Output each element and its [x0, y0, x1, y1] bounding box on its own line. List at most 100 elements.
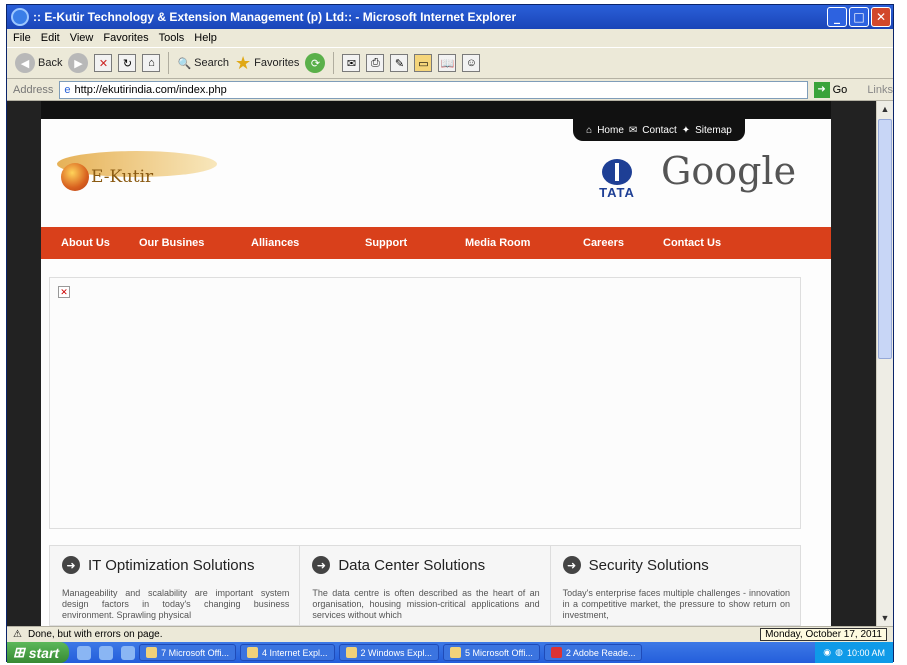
nav-media-room[interactable]: Media Room [445, 237, 563, 249]
search-label: Search [194, 57, 230, 69]
solutions-panel: ➜ IT Optimization Solutions Manageabilit… [49, 545, 801, 626]
nav-careers[interactable]: Careers [563, 237, 643, 249]
star-icon: ★ [235, 53, 252, 73]
go-arrow-icon: ➜ [813, 81, 830, 98]
stop-button[interactable]: ✕ [94, 54, 113, 72]
arrow-right-icon: ➜ [562, 556, 581, 574]
refresh-button[interactable]: ↻ [118, 54, 137, 72]
system-tray: ◉ ◍ 10:00 AM [815, 642, 893, 663]
scroll-up-icon[interactable]: ▲ [878, 101, 892, 117]
menu-edit[interactable]: Edit [41, 32, 60, 44]
research-button[interactable]: 📖 [438, 54, 457, 72]
office-icon [146, 647, 158, 658]
nav-contact-us[interactable]: Contact Us [643, 237, 721, 249]
home-icon: ⌂ [586, 124, 593, 136]
menu-view[interactable]: View [70, 32, 94, 44]
nav-about-us[interactable]: About Us [41, 237, 119, 249]
ie-window: :: E-Kutir Technology & Extension Manage… [6, 4, 894, 663]
go-label: Go [832, 83, 848, 96]
nav-alliances[interactable]: Alliances [231, 237, 345, 249]
menu-bar: File Edit View Favorites Tools Help [7, 29, 893, 47]
solution-text: The data centre is often described as th… [312, 588, 540, 620]
ekutir-logo[interactable]: E-Kutir [57, 145, 227, 205]
internet-explorer-icon [11, 8, 29, 26]
arrow-right-icon: ➜ [62, 556, 80, 574]
status-bar: ⚠ Done, but with errors on page. Monday,… [7, 626, 893, 642]
address-label: Address [13, 83, 54, 96]
solution-text: Manageability and scalability are import… [62, 588, 290, 620]
banner-area: ✕ [49, 277, 801, 529]
task-label: 4 Internet Expl... [261, 647, 328, 658]
task-label: 2 Windows Expl... [360, 647, 433, 658]
taskbar-group-office2[interactable]: 5 Microsoft Offi... [443, 644, 540, 661]
taskbar-group-adobe[interactable]: 2 Adobe Reade... [543, 644, 643, 661]
nav-our-business[interactable]: Our Busines [119, 237, 231, 249]
start-label: start [28, 644, 60, 661]
tray-icon[interactable]: ◍ [835, 647, 843, 658]
taskbar-group-ie[interactable]: 4 Internet Expl... [239, 644, 335, 661]
quicklaunch-icon[interactable] [121, 645, 136, 660]
top-links: ⌂ Home ✉ Contact ✦ Sitemap [573, 119, 745, 141]
address-bar: Address e http://ekutirindia.com/index.p… [7, 79, 893, 101]
page-top-bar [41, 101, 831, 119]
top-link-contact[interactable]: Contact [642, 125, 676, 136]
taskbar: ⊞ start 7 Microsoft Offi... 4 Internet E… [7, 642, 893, 663]
window-title: :: E-Kutir Technology & Extension Manage… [33, 10, 517, 24]
scroll-down-icon[interactable]: ▼ [878, 610, 892, 626]
messenger-button[interactable]: ☺ [462, 54, 481, 72]
address-input[interactable]: e http://ekutirindia.com/index.php [59, 80, 808, 99]
folder-button[interactable]: ▭ [414, 54, 433, 72]
address-url: http://ekutirindia.com/index.php [74, 83, 227, 96]
forward-button[interactable]: ▶ [68, 53, 89, 73]
page-icon: e [64, 83, 71, 96]
top-link-sitemap[interactable]: Sitemap [695, 125, 732, 136]
back-arrow-icon: ◀ [15, 53, 35, 73]
close-button[interactable]: ✕ [871, 7, 891, 27]
home-button[interactable]: ⌂ [142, 54, 161, 72]
mail-button[interactable]: ✉ [342, 54, 361, 72]
menu-help[interactable]: Help [194, 32, 217, 44]
logo-text: E-Kutir [91, 167, 154, 187]
quicklaunch-icon[interactable] [99, 645, 114, 660]
top-link-home[interactable]: Home [597, 125, 624, 136]
go-button[interactable]: ➜ Go [813, 81, 848, 98]
tata-text: TATA [599, 185, 635, 200]
start-button[interactable]: ⊞ start [7, 642, 70, 663]
folder-icon [345, 647, 357, 658]
edit-button[interactable]: ✎ [390, 54, 409, 72]
vertical-scrollbar[interactable]: ▲ ▼ [876, 101, 893, 626]
back-button[interactable]: ◀ Back [15, 53, 62, 73]
favorites-button[interactable]: ★ Favorites [235, 54, 299, 72]
title-bar[interactable]: :: E-Kutir Technology & Extension Manage… [7, 5, 893, 29]
menu-favorites[interactable]: Favorites [103, 32, 148, 44]
scroll-thumb[interactable] [878, 119, 892, 359]
tray-icon[interactable]: ◉ [823, 647, 831, 658]
task-label: 2 Adobe Reade... [565, 647, 636, 658]
maximize-button[interactable]: □ [849, 7, 869, 27]
menu-tools[interactable]: Tools [159, 32, 185, 44]
tata-emblem-icon [602, 159, 632, 185]
links-button[interactable]: Links [867, 84, 893, 96]
print-button[interactable]: ⎙ [366, 54, 385, 72]
ie-icon [246, 647, 258, 658]
menu-file[interactable]: File [13, 32, 31, 44]
solution-title[interactable]: IT Optimization Solutions [88, 557, 254, 574]
solution-title[interactable]: Security Solutions [589, 557, 709, 574]
minimize-button[interactable]: _ [827, 7, 847, 27]
solution-title[interactable]: Data Center Solutions [338, 557, 485, 574]
solution-it-optimization: ➜ IT Optimization Solutions Manageabilit… [50, 546, 301, 625]
back-label: Back [38, 57, 63, 69]
mail-icon: ✉ [628, 124, 638, 136]
warning-icon: ⚠ [13, 629, 22, 640]
taskbar-group-office[interactable]: 7 Microsoft Offi... [139, 644, 236, 661]
web-page: ⌂ Home ✉ Contact ✦ Sitemap E-Kutir TATA … [41, 101, 831, 626]
taskbar-group-explorer[interactable]: 2 Windows Expl... [338, 644, 440, 661]
clock[interactable]: 10:00 AM [847, 648, 885, 658]
history-button[interactable]: ⟳ [305, 53, 326, 73]
tata-logo: TATA [589, 159, 645, 200]
nav-support[interactable]: Support [345, 237, 445, 249]
browser-viewport: ⌂ Home ✉ Contact ✦ Sitemap E-Kutir TATA … [7, 101, 878, 626]
search-button[interactable]: 🔍 Search [177, 57, 229, 70]
quicklaunch-icon[interactable] [77, 645, 92, 660]
date-tooltip: Monday, October 17, 2011 [760, 628, 887, 641]
